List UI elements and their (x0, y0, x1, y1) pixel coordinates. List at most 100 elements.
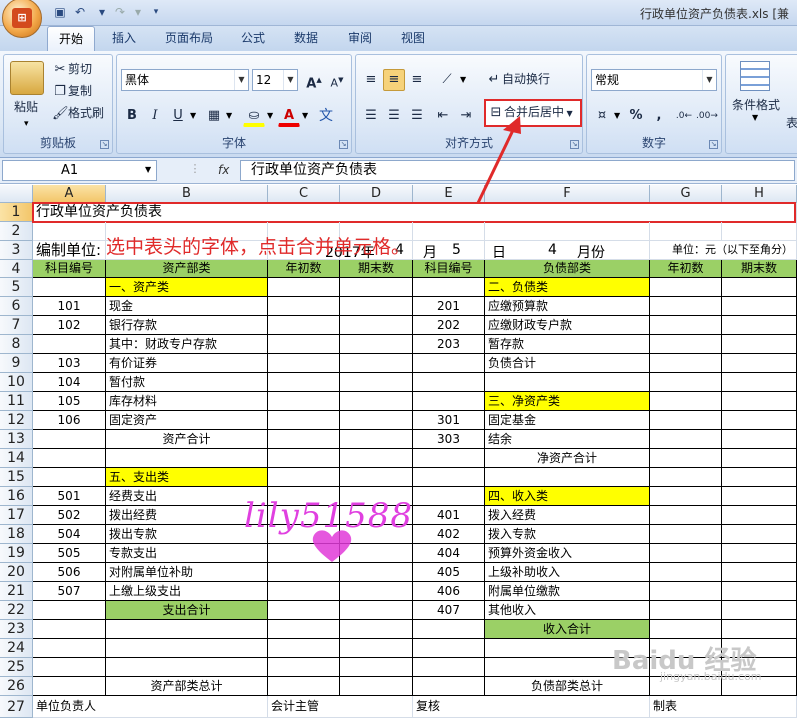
bold-button[interactable]: B (121, 105, 143, 127)
asset-end-cell[interactable] (340, 449, 413, 468)
liability-begin-cell[interactable] (650, 449, 722, 468)
table-format-button[interactable]: 表 (786, 113, 797, 135)
row-header-17[interactable]: 17 (0, 506, 33, 525)
column-header-c[interactable]: C (268, 185, 340, 203)
liability-code-cell[interactable] (413, 468, 485, 487)
increase-decimal-button[interactable]: .0← (673, 105, 695, 127)
liability-begin-cell[interactable] (650, 316, 722, 335)
empty-cell[interactable] (33, 222, 106, 241)
liability-end-cell[interactable] (722, 525, 797, 544)
empty-cell[interactable] (413, 677, 485, 696)
row-header-20[interactable]: 20 (0, 563, 33, 582)
number-format-select[interactable]: 常规 ▼ (591, 69, 717, 91)
liability-begin-cell[interactable] (650, 563, 722, 582)
liability-name-cell[interactable]: 上级补助收入 (485, 563, 650, 582)
asset-name-cell[interactable]: 银行存款 (106, 316, 268, 335)
liability-end-cell[interactable] (722, 354, 797, 373)
asset-name-cell[interactable]: 现金 (106, 297, 268, 316)
row-header-12[interactable]: 12 (0, 411, 33, 430)
asset-code-cell[interactable] (33, 335, 106, 354)
name-box-dropdown-icon[interactable]: ▼ (145, 165, 151, 174)
empty-cell[interactable] (340, 677, 413, 696)
asset-begin-cell[interactable] (268, 297, 340, 316)
row-header-16[interactable]: 16 (0, 487, 33, 506)
customize-qat-icon[interactable]: ▾ (148, 4, 164, 20)
liability-name-cell[interactable]: 二、负债类 (485, 278, 650, 297)
column-header-g[interactable]: G (650, 185, 722, 203)
align-left-button[interactable]: ☰ (360, 105, 382, 127)
orientation-dropdown-icon[interactable]: ▼ (460, 75, 466, 84)
asset-begin-cell[interactable] (268, 582, 340, 601)
liability-code-cell[interactable]: 203 (413, 335, 485, 354)
liability-name-cell[interactable] (485, 373, 650, 392)
row-header-1[interactable]: 1 (0, 203, 33, 222)
liability-name-cell[interactable]: 预算外资金收入 (485, 544, 650, 563)
liability-end-cell[interactable] (722, 582, 797, 601)
asset-begin-cell[interactable] (268, 430, 340, 449)
row-header-6[interactable]: 6 (0, 297, 33, 316)
row-header-15[interactable]: 15 (0, 468, 33, 487)
liability-code-cell[interactable]: 402 (413, 525, 485, 544)
liability-end-cell[interactable] (722, 392, 797, 411)
font-name-select[interactable]: 黑体 ▼ (121, 69, 249, 91)
row-header-10[interactable]: 10 (0, 373, 33, 392)
row-header-24[interactable]: 24 (0, 639, 33, 658)
row-header-2[interactable]: 2 (0, 222, 33, 241)
increase-indent-button[interactable]: ⇥ (455, 105, 477, 127)
liability-begin-cell[interactable] (650, 582, 722, 601)
underline-dropdown-icon[interactable]: ▼ (190, 111, 196, 120)
empty-cell[interactable] (268, 658, 340, 677)
liability-begin-cell[interactable] (650, 525, 722, 544)
empty-cell[interactable] (485, 222, 650, 241)
header-cell[interactable]: 科目编号 (413, 260, 485, 278)
liability-code-cell[interactable] (413, 487, 485, 506)
header-cell[interactable]: 期末数 (722, 260, 797, 278)
liability-begin-cell[interactable] (650, 335, 722, 354)
asset-code-cell[interactable] (33, 601, 106, 620)
liability-code-cell[interactable]: 301 (413, 411, 485, 430)
liability-name-cell[interactable]: 暂存款 (485, 335, 650, 354)
header-cell[interactable]: 年初数 (650, 260, 722, 278)
asset-code-cell[interactable]: 101 (33, 297, 106, 316)
empty-cell[interactable] (340, 658, 413, 677)
liability-end-cell[interactable] (722, 506, 797, 525)
row-header-26[interactable]: 26 (0, 677, 33, 696)
asset-end-cell[interactable] (340, 563, 413, 582)
liability-code-cell[interactable]: 202 (413, 316, 485, 335)
grow-font-button[interactable]: A▲ (303, 69, 325, 91)
comma-button[interactable]: , (648, 105, 670, 127)
liability-code-cell[interactable]: 406 (413, 582, 485, 601)
empty-cell[interactable] (106, 639, 268, 658)
asset-code-cell[interactable]: 102 (33, 316, 106, 335)
align-top-button[interactable]: ≡ (360, 69, 382, 91)
liability-begin-cell[interactable] (650, 354, 722, 373)
decrease-indent-button[interactable]: ⇤ (432, 105, 454, 127)
asset-name-cell[interactable]: 资产合计 (106, 430, 268, 449)
row-header-19[interactable]: 19 (0, 544, 33, 563)
liability-name-cell[interactable]: 固定基金 (485, 411, 650, 430)
row-header-25[interactable]: 25 (0, 658, 33, 677)
prepared-by-label[interactable]: 编制单位: (33, 241, 106, 260)
asset-end-cell[interactable] (340, 297, 413, 316)
format-painter-button[interactable]: 🖌格式刷 (52, 103, 104, 125)
phonetic-button[interactable]: 文 (315, 105, 337, 127)
conditional-format-dropdown-icon[interactable]: ▼ (752, 113, 758, 122)
asset-begin-cell[interactable] (268, 601, 340, 620)
borders-dropdown-icon[interactable]: ▼ (226, 111, 232, 120)
liability-code-cell[interactable]: 407 (413, 601, 485, 620)
redo-icon[interactable]: ↷ (112, 4, 128, 20)
asset-name-cell[interactable]: 五、支出类 (106, 468, 268, 487)
asset-grand-total-cell[interactable]: 资产部类总计 (106, 677, 268, 696)
empty-cell[interactable] (650, 222, 722, 241)
empty-cell[interactable] (340, 639, 413, 658)
preparer-label[interactable]: 制表 (650, 696, 797, 718)
liability-code-cell[interactable] (413, 620, 485, 639)
liability-code-cell[interactable]: 201 (413, 297, 485, 316)
liability-end-cell[interactable] (722, 487, 797, 506)
liability-name-cell[interactable]: 四、收入类 (485, 487, 650, 506)
asset-code-cell[interactable]: 504 (33, 525, 106, 544)
row-header-3[interactable]: 3 (0, 241, 33, 260)
liability-begin-cell[interactable] (650, 430, 722, 449)
tab-insert[interactable]: 插入 (104, 26, 144, 51)
unit-head-label[interactable]: 单位负责人 (33, 696, 268, 718)
